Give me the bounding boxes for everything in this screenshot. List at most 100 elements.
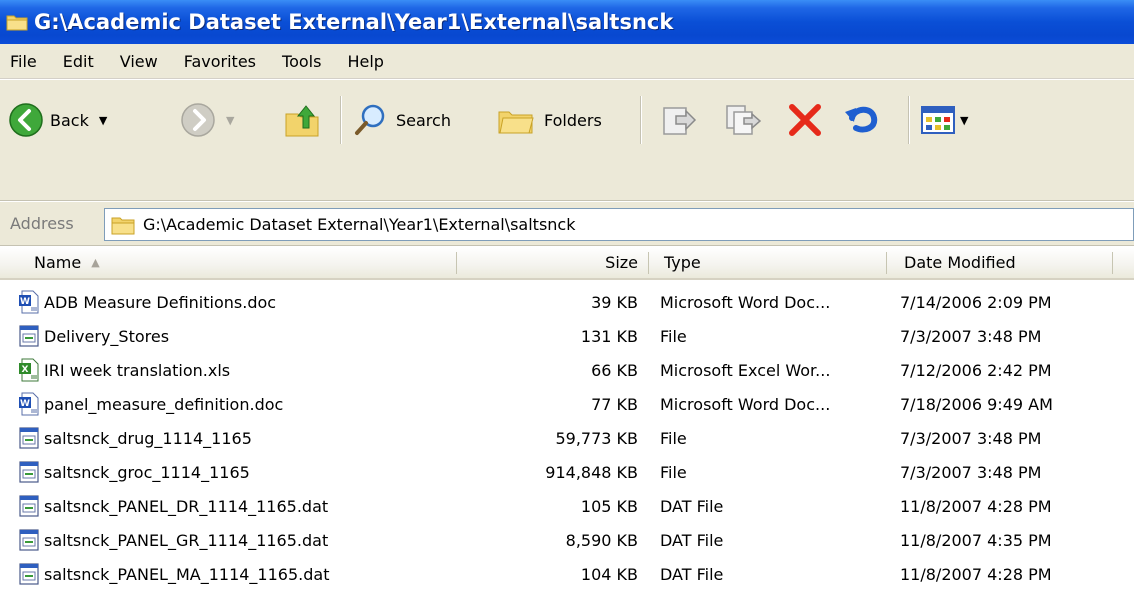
file-date-modified: 7/14/2006 2:09 PM: [900, 292, 1052, 312]
file-date-modified: 7/18/2006 9:49 AM: [900, 394, 1053, 414]
generic-file-icon: [18, 494, 40, 518]
column-date-label: Date Modified: [904, 253, 1016, 272]
menu-favorites[interactable]: Favorites: [184, 52, 256, 71]
file-name: ADB Measure Definitions.doc: [44, 292, 277, 312]
file-type: DAT File: [660, 530, 724, 550]
file-name-cell[interactable]: X IRI week translation.xls: [18, 353, 454, 387]
column-name-label: Name: [34, 253, 82, 272]
file-list: Name ▲ Size Type Date Modified W ADB Meas…: [0, 247, 1134, 613]
menu-tools[interactable]: Tools: [282, 52, 321, 71]
file-name-cell[interactable]: saltsnck_PANEL_GR_1114_1165.dat: [18, 523, 454, 557]
folders-button[interactable]: Folders: [496, 102, 602, 138]
file-type: Microsoft Word Doc...: [660, 292, 831, 312]
menu-help[interactable]: Help: [347, 52, 383, 71]
file-date-modified: 7/3/2007 3:48 PM: [900, 326, 1042, 346]
generic-file-icon: [18, 528, 40, 552]
file-row[interactable]: saltsnck_PANEL_MA_1114_1165.dat 104 KB DAT…: [0, 557, 1134, 591]
move-to-button[interactable]: [660, 102, 698, 138]
menu-file[interactable]: File: [10, 52, 37, 71]
file-size: 105 KB: [580, 496, 638, 516]
column-header-date[interactable]: Date Modified: [904, 247, 1104, 278]
file-type: File: [660, 462, 687, 482]
file-row[interactable]: saltsnck_groc_1114_1165 914,848 KB File 7/3…: [0, 455, 1134, 489]
undo-icon: [845, 106, 878, 133]
file-name-cell[interactable]: saltsnck_PANEL_MA_1114_1165.dat: [18, 557, 454, 591]
title-bar[interactable]: G:\Academic Dataset External\Year1\Exter…: [0, 0, 1134, 44]
file-type: DAT File: [660, 564, 724, 584]
file-size: 8,590 KB: [565, 530, 638, 550]
file-type: File: [660, 326, 687, 346]
up-folder-icon: [285, 105, 319, 137]
file-name-cell[interactable]: Delivery_Stores: [18, 319, 454, 353]
file-name-cell[interactable]: saltsnck_groc_1114_1165: [18, 455, 454, 489]
file-name: saltsnck_PANEL_DR_1114_1165.dat: [44, 496, 329, 516]
column-header-name[interactable]: Name ▲: [34, 247, 454, 278]
back-button[interactable]: Back ▼: [8, 102, 107, 138]
column-header-size[interactable]: Size: [458, 247, 638, 278]
file-row[interactable]: saltsnck_drug_1114_1165 59,773 KB File 7/3/…: [0, 421, 1134, 455]
column-header-type[interactable]: Type: [664, 247, 884, 278]
svg-text:W: W: [20, 297, 30, 307]
file-size: 39 KB: [591, 292, 638, 312]
file-type: File: [660, 428, 687, 448]
file-name: saltsnck_groc_1114_1165: [44, 462, 250, 482]
forward-arrow-icon: [181, 103, 215, 137]
address-field[interactable]: G:\Academic Dataset External\Year1\Exter…: [104, 208, 1134, 241]
forward-dropdown-icon[interactable]: ▼: [226, 114, 234, 127]
generic-file-icon: [18, 562, 40, 586]
list-header: Name ▲ Size Type Date Modified: [0, 247, 1134, 280]
file-type: DAT File: [660, 496, 724, 516]
column-size-label: Size: [605, 253, 638, 272]
file-row[interactable]: X IRI week translation.xls 66 KB Microsoft …: [0, 353, 1134, 387]
menu-edit[interactable]: Edit: [63, 52, 94, 71]
views-button[interactable]: ▼: [920, 104, 968, 136]
file-row[interactable]: saltsnck_PANEL_DR_1114_1165.dat 105 KB DAT…: [0, 489, 1134, 523]
file-row[interactable]: Wpanel_measure_definition.doc 77 KB Micros…: [0, 387, 1134, 421]
back-dropdown-icon[interactable]: ▼: [99, 114, 107, 127]
sort-ascending-icon: ▲: [91, 256, 100, 269]
file-name: saltsnck_drug_1114_1165: [44, 428, 252, 448]
file-name-cell[interactable]: saltsnck_drug_1114_1165: [18, 421, 454, 455]
file-row[interactable]: W ADB Measure Definitions.doc 39 KB Microso…: [0, 285, 1134, 319]
move-to-icon: [663, 107, 697, 135]
search-icon: [355, 104, 385, 135]
file-size: 131 KB: [580, 326, 638, 346]
file-row[interactable]: Delivery_Stores 131 KB File 7/3/2007 3:48 P…: [0, 319, 1134, 353]
folders-label: Folders: [544, 110, 602, 130]
copy-to-button[interactable]: [724, 102, 762, 138]
file-name-cell[interactable]: Wpanel_measure_definition.doc: [18, 387, 454, 421]
undo-button[interactable]: [842, 102, 882, 138]
menu-bar: File Edit View Favorites Tools Help: [0, 44, 1134, 79]
file-name: saltsnck_PANEL_GR_1114_1165.dat: [44, 530, 329, 550]
file-row[interactable]: saltsnck_PANEL_GR_1114_1165.dat 8,590 KB D…: [0, 523, 1134, 557]
back-label: Back: [50, 110, 89, 130]
file-name-cell[interactable]: W ADB Measure Definitions.doc: [18, 285, 454, 319]
menu-view[interactable]: View: [120, 52, 158, 71]
file-type: Microsoft Word Doc...: [660, 394, 831, 414]
file-type: Microsoft Excel Wor...: [660, 360, 831, 380]
views-dropdown-icon[interactable]: ▼: [960, 114, 968, 127]
word-doc-icon: W: [18, 290, 40, 314]
delete-button[interactable]: [786, 102, 824, 138]
file-date-modified: 7/3/2007 3:48 PM: [900, 462, 1042, 482]
svg-text:W: W: [20, 399, 30, 409]
file-name-cell[interactable]: saltsnck_PANEL_DR_1114_1165.dat: [18, 489, 454, 523]
toolbar: Back ▼ ▼ Search Folders ▼: [0, 80, 1134, 201]
file-name: Delivery_Stores: [44, 326, 170, 346]
window-title: G:\Academic Dataset External\Year1\Exter…: [34, 10, 674, 34]
file-name: IRI week translation.xls: [44, 360, 231, 380]
generic-file-icon: [18, 460, 40, 484]
address-value: G:\Academic Dataset External\Year1\Exter…: [143, 215, 576, 234]
excel-sheet-icon: X: [18, 358, 40, 382]
file-size: 914,848 KB: [545, 462, 638, 482]
file-name: panel_measure_definition.doc: [44, 394, 284, 414]
folder-icon: [6, 15, 28, 31]
forward-button[interactable]: ▼: [180, 102, 234, 138]
column-type-label: Type: [664, 253, 701, 272]
generic-file-icon: [18, 324, 40, 348]
search-button[interactable]: Search: [352, 102, 451, 138]
file-size: 104 KB: [580, 564, 638, 584]
address-label: Address: [10, 214, 74, 233]
up-folder-button[interactable]: [282, 100, 322, 140]
address-bar: Address G:\Academic Dataset External\Yea…: [0, 201, 1134, 246]
